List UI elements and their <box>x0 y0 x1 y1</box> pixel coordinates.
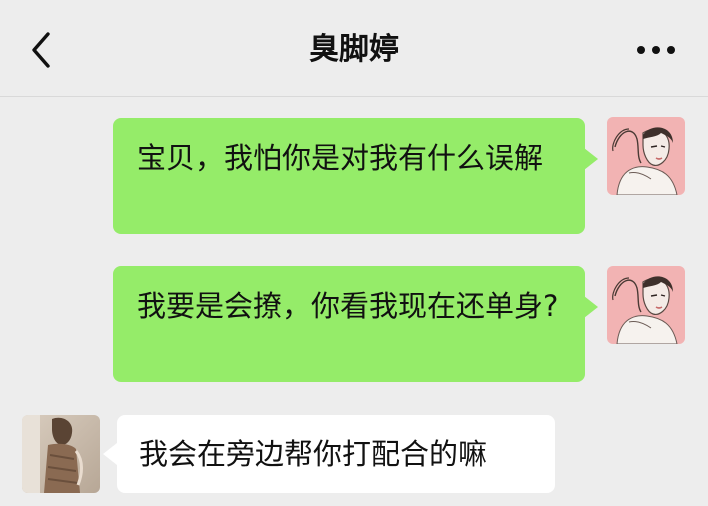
my-avatar[interactable] <box>607 117 685 195</box>
my-avatar[interactable] <box>607 266 685 344</box>
message-bubble-outgoing[interactable]: 宝贝，我怕你是对我有什么误解 <box>113 118 585 234</box>
woman-portrait-avatar-image <box>607 266 685 344</box>
message-text: 我要是会撩，你看我现在还单身? <box>137 289 559 323</box>
contact-avatar[interactable] <box>22 415 100 493</box>
message-text: 宝贝，我怕你是对我有什么误解 <box>137 141 544 175</box>
message-bubble-outgoing[interactable]: 我要是会撩，你看我现在还单身? <box>113 266 585 382</box>
ellipsis-icon <box>637 46 675 54</box>
chat-title: 臭脚婷 <box>309 32 399 67</box>
message-text: 我会在旁边帮你打配合的嘛 <box>139 437 488 471</box>
message-bubble-incoming[interactable]: 我会在旁边帮你打配合的嘛 <box>117 415 555 493</box>
contact-photo-avatar-image <box>22 415 100 493</box>
bubble-tail <box>103 443 117 465</box>
chat-header: 臭脚婷 <box>0 0 708 97</box>
bubble-tail <box>584 296 598 318</box>
more-options-button[interactable] <box>634 38 678 62</box>
bubble-tail <box>584 148 598 170</box>
woman-portrait-avatar-image <box>607 117 685 195</box>
